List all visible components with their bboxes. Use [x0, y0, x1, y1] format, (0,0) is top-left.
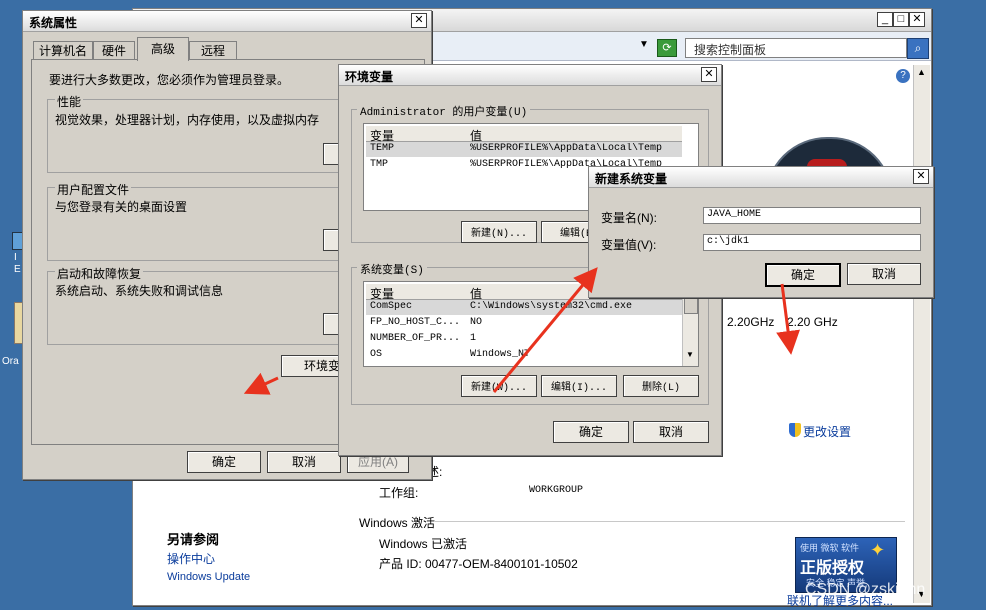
annotation-arrows	[243, 267, 800, 395]
arrow-to-env-button	[243, 372, 279, 395]
tab-label: 高级	[150, 42, 175, 56]
arrow-ok-down	[776, 283, 800, 355]
tab-advanced[interactable]: 高级	[137, 37, 189, 61]
arrow-new-to-dialog	[492, 267, 598, 393]
